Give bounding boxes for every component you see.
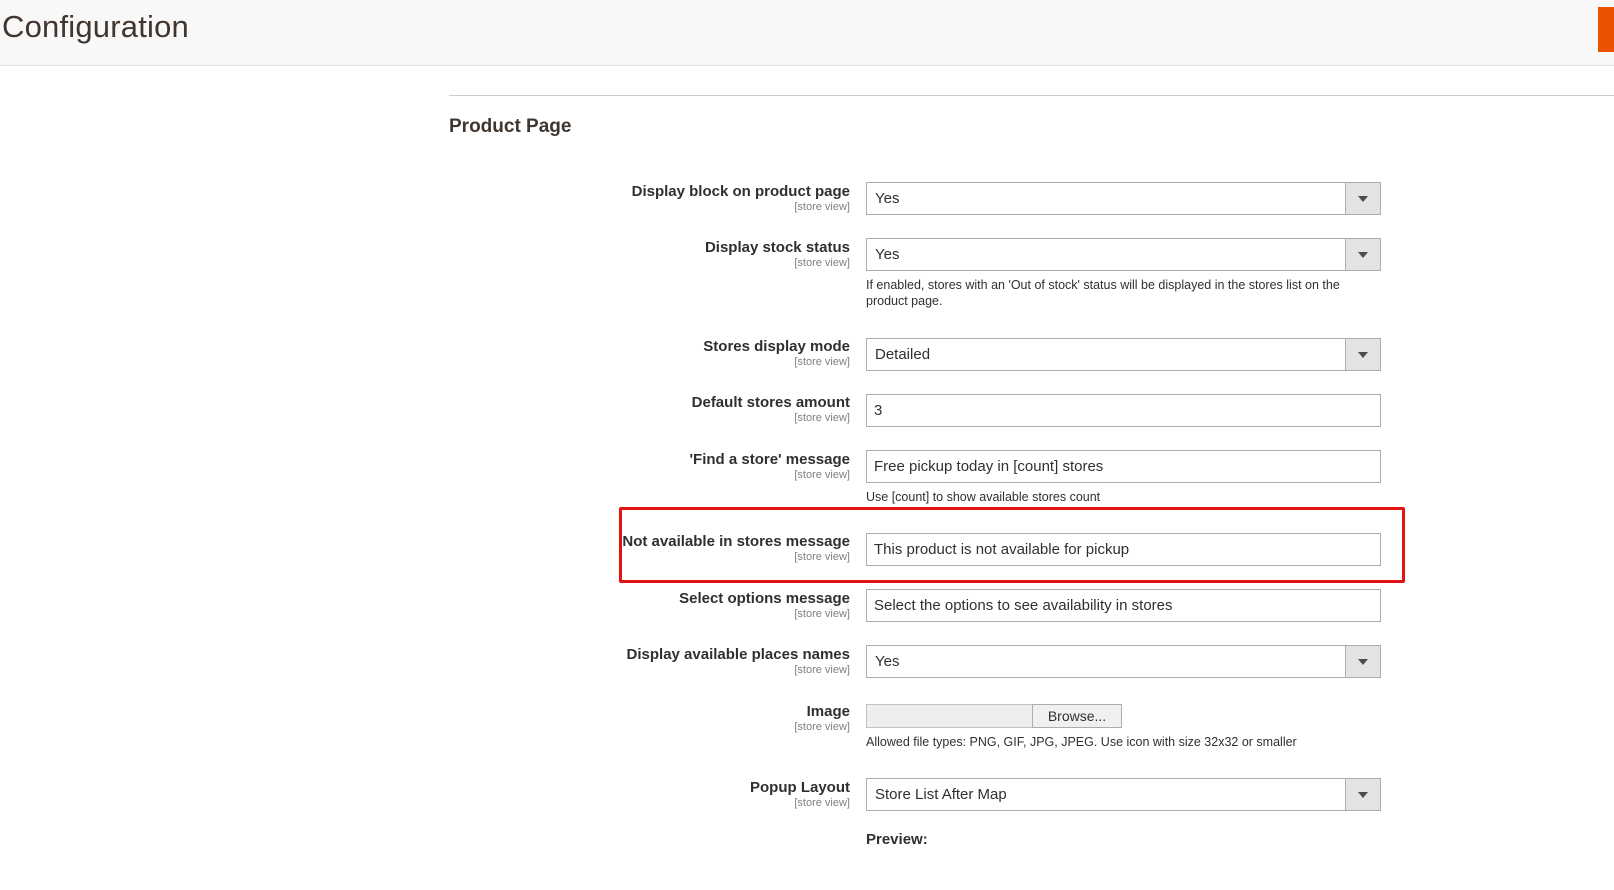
default-amount-input[interactable]: 3: [866, 394, 1381, 427]
scope-label: [store view]: [794, 551, 850, 563]
label-text: Display stock status: [704, 239, 850, 256]
action-button-edge[interactable]: [1598, 7, 1614, 52]
scope-label: [store view]: [794, 469, 850, 481]
display-block-select[interactable]: Yes: [866, 182, 1381, 215]
label-text: Display block on product page: [631, 183, 850, 200]
scope-label: [store view]: [794, 608, 850, 620]
display-stock-note: If enabled, stores with an 'Out of stock…: [866, 278, 1340, 308]
scope-label: [store view]: [794, 721, 850, 733]
section-title: Product Page: [449, 116, 572, 137]
chevron-down-icon: [1358, 252, 1368, 258]
dropdown-button[interactable]: [1345, 239, 1380, 270]
label-text: Select options message: [679, 590, 850, 607]
select-options-message-input[interactable]: Select the options to see availability i…: [866, 589, 1381, 622]
dropdown-button[interactable]: [1345, 183, 1380, 214]
chevron-down-icon: [1358, 352, 1368, 358]
image-note: Allowed file types: PNG, GIF, JPG, JPEG.…: [866, 735, 1297, 749]
browse-button[interactable]: Browse...: [1032, 704, 1122, 728]
chevron-down-icon: [1358, 659, 1368, 665]
dropdown-button[interactable]: [1345, 339, 1380, 370]
dropdown-button[interactable]: [1345, 779, 1380, 810]
display-stock-select[interactable]: Yes: [866, 238, 1381, 271]
select-value: Detailed: [875, 346, 931, 363]
scope-label: [store view]: [794, 797, 850, 809]
label-text: Stores display mode: [703, 338, 850, 355]
page-title: Configuration: [2, 9, 189, 44]
popup-layout-select[interactable]: Store List After Map: [866, 778, 1381, 811]
image-file-input[interactable]: Browse...: [866, 704, 1122, 728]
chevron-down-icon: [1358, 196, 1368, 202]
field-label-popup-layout: Popup Layout [store view]: [530, 779, 850, 810]
select-value: Yes: [875, 246, 900, 263]
file-name-field[interactable]: [866, 704, 1032, 728]
label-text: Image: [806, 703, 850, 720]
label-text: Display available places names: [626, 646, 850, 663]
find-store-message-note: Use [count] to show available stores cou…: [866, 490, 1101, 504]
scope-label: [store view]: [794, 664, 850, 676]
field-label-select-options-message: Select options message [store view]: [530, 590, 850, 621]
label-text: Popup Layout: [750, 779, 850, 796]
page-header: Configuration: [0, 0, 1614, 66]
field-label-default-amount: Default stores amount [store view]: [530, 394, 850, 425]
not-available-message-input[interactable]: This product is not available for pickup: [866, 533, 1381, 566]
field-label-display-places: Display available places names [store vi…: [530, 646, 850, 677]
scope-label: [store view]: [794, 257, 850, 269]
scope-label: [store view]: [794, 201, 850, 213]
find-store-message-input[interactable]: Free pickup today in [count] stores: [866, 450, 1381, 483]
label-text: 'Find a store' message: [689, 451, 850, 468]
scope-label: [store view]: [794, 412, 850, 424]
section-divider: [449, 95, 1614, 96]
select-value: Yes: [875, 190, 900, 207]
select-value: Yes: [875, 653, 900, 670]
preview-label: Preview:: [866, 831, 928, 848]
chevron-down-icon: [1358, 792, 1368, 798]
field-label-display-block: Display block on product page [store vie…: [530, 183, 850, 214]
field-label-display-mode: Stores display mode [store view]: [530, 338, 850, 369]
label-text: Not available in stores message: [622, 533, 850, 550]
field-label-not-available-message: Not available in stores message [store v…: [530, 533, 850, 564]
dropdown-button[interactable]: [1345, 646, 1380, 677]
display-places-select[interactable]: Yes: [866, 645, 1381, 678]
field-label-image: Image [store view]: [530, 703, 850, 734]
label-text: Default stores amount: [691, 394, 850, 411]
select-value: Store List After Map: [875, 786, 1007, 803]
display-mode-select[interactable]: Detailed: [866, 338, 1381, 371]
field-label-display-stock: Display stock status [store view]: [530, 239, 850, 270]
scope-label: [store view]: [794, 356, 850, 368]
field-label-find-store-message: 'Find a store' message [store view]: [530, 451, 850, 482]
